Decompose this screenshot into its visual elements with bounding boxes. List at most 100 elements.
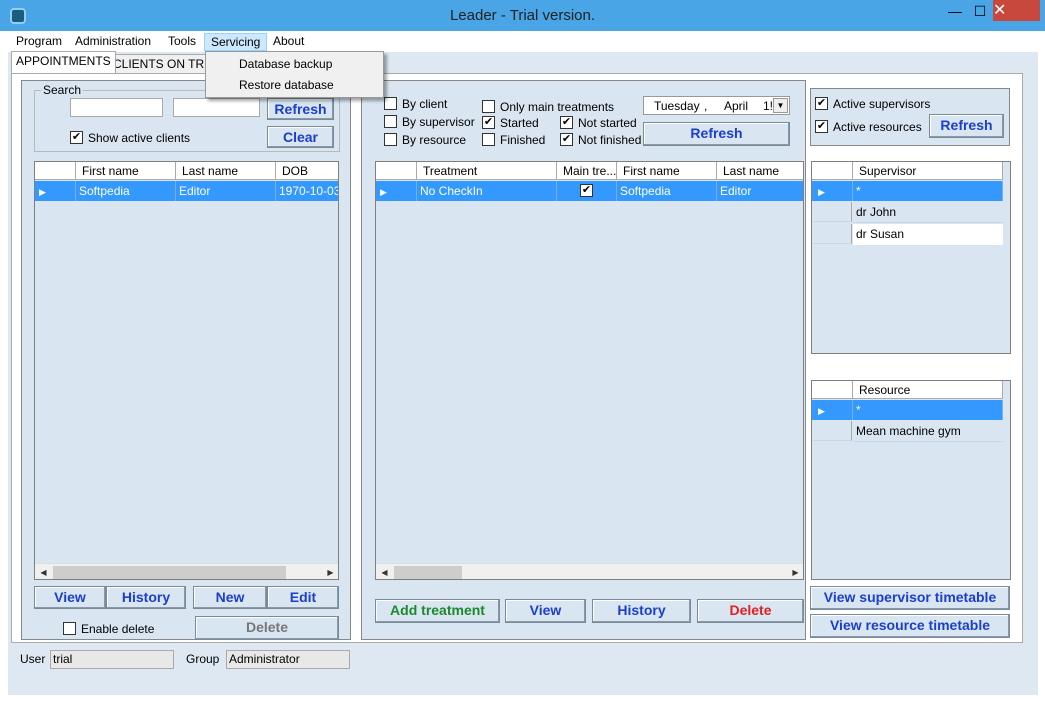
finished-label: Finished [500, 133, 546, 147]
treatment-delete-button[interactable]: Delete [697, 599, 804, 623]
scrollbar-thumb[interactable] [53, 566, 286, 579]
show-active-clients-checkbox[interactable]: ✔ [70, 131, 83, 144]
active-supervisors-checkbox[interactable]: ✔ [815, 97, 828, 110]
grid-corner [812, 162, 853, 180]
started-checkbox[interactable]: ✔ [482, 116, 495, 129]
only-main-treatments-label: Only main treatments [500, 100, 615, 114]
treatments-refresh-button[interactable]: Refresh [643, 122, 790, 146]
servicing-dropdown: Database backup Restore database [205, 51, 384, 98]
not-started-checkbox[interactable]: ✔ [560, 116, 573, 129]
only-main-treatments-checkbox[interactable] [482, 100, 495, 113]
add-treatment-button[interactable]: Add treatment [375, 599, 500, 623]
scroll-right-icon[interactable]: ▶ [787, 564, 803, 579]
client-edit-button[interactable]: Edit [267, 586, 339, 609]
menu-database-backup[interactable]: Database backup [207, 54, 382, 75]
scroll-right-icon[interactable]: ▶ [322, 564, 338, 579]
client-view-button[interactable]: View [34, 586, 106, 609]
table-row[interactable]: dr Susan [812, 224, 1003, 245]
main-treatment-checkbox[interactable]: ✔ [580, 184, 593, 197]
not-finished-checkbox[interactable]: ✔ [560, 133, 573, 146]
view-resource-timetable-button[interactable]: View resource timetable [810, 614, 1010, 638]
window-title: Leader - Trial version. [449, 7, 596, 24]
search-clear-button[interactable]: Clear [267, 126, 334, 148]
by-resource-checkbox[interactable] [384, 133, 397, 146]
menu-servicing[interactable]: Servicing [204, 33, 268, 51]
menu-restore-database[interactable]: Restore database [207, 75, 382, 96]
grid-corner [812, 381, 853, 399]
maximize-button[interactable]: ☐ [966, 0, 994, 22]
search-refresh-button[interactable]: Refresh [267, 98, 334, 120]
table-row[interactable]: Mean machine gym [812, 421, 1003, 442]
tab-clients-on-treatment[interactable]: CLIENTS ON TREATMENT [108, 54, 208, 74]
supervisor-grid[interactable]: Supervisor ▶ * dr John dr Susan [811, 161, 1011, 354]
title-bar: Leader - Trial version. — ☐ ✕ [0, 0, 1045, 31]
enable-delete-label: Enable delete [81, 622, 155, 636]
row-selector-arrow-icon: ▶ [376, 181, 417, 201]
treatments-grid-scrollbar[interactable]: ◀ ▶ [376, 563, 803, 579]
menu-bar: Program Administration Tools Servicing A… [8, 31, 1038, 52]
active-resources-label: Active resources [833, 120, 922, 134]
client-delete-button[interactable]: Delete [195, 616, 339, 640]
resource-grid-header: Resource [812, 381, 1003, 399]
close-button[interactable]: ✕ [993, 0, 1040, 21]
by-client-checkbox[interactable] [384, 97, 397, 110]
menu-about[interactable]: About [267, 33, 310, 51]
column-header[interactable]: First name [76, 162, 176, 180]
treatments-grid[interactable]: Treatment Main tre... First name Last na… [375, 161, 804, 580]
cell-first-name: Softpedia [617, 181, 717, 201]
column-header[interactable]: Treatment [417, 162, 557, 180]
active-refresh-button[interactable]: Refresh [929, 114, 1004, 138]
not-started-label: Not started [578, 116, 637, 130]
status-bar: User trial Group Administrator [8, 645, 1038, 672]
search-input-first[interactable] [70, 98, 163, 117]
treatment-view-button[interactable]: View [505, 599, 586, 623]
grid-corner [376, 162, 417, 180]
group-label: Group [186, 652, 220, 666]
active-resources-checkbox[interactable]: ✔ [815, 120, 828, 133]
menu-program[interactable]: Program [10, 33, 68, 51]
column-header[interactable]: DOB [276, 162, 338, 180]
column-header[interactable]: Last name [176, 162, 276, 180]
column-header[interactable]: Supervisor [853, 162, 1003, 180]
row-selector-arrow-icon: ▶ [812, 181, 853, 201]
client-new-button[interactable]: New [193, 586, 267, 609]
column-header[interactable]: Main tre... [557, 162, 617, 180]
search-input-last[interactable] [173, 98, 260, 117]
enable-delete-checkbox[interactable] [63, 622, 76, 635]
table-row[interactable]: ▶ * [812, 400, 1003, 420]
scroll-left-icon[interactable]: ◀ [35, 564, 52, 579]
date-day: 1! [763, 99, 773, 113]
scrollbar-thumb[interactable] [394, 566, 462, 579]
date-picker[interactable]: Tuesday , April 1! ▼ [643, 96, 790, 115]
clients-grid-header: First name Last name DOB [35, 162, 338, 180]
clients-grid-scrollbar[interactable]: ◀ ▶ [35, 563, 338, 579]
by-client-label: By client [402, 97, 448, 111]
cell-resource: Mean machine gym [853, 421, 1003, 442]
resource-grid[interactable]: Resource ▶ * Mean machine gym [811, 380, 1011, 580]
cell-main-treatment: ✔ [557, 181, 617, 201]
clients-grid[interactable]: First name Last name DOB ▶ Softpedia Edi… [34, 161, 339, 580]
client-history-button[interactable]: History [106, 586, 186, 609]
table-row[interactable]: ▶ No CheckIn ✔ Softpedia Editor [376, 181, 803, 201]
table-row[interactable]: dr John [812, 202, 1003, 223]
view-supervisor-timetable-button[interactable]: View supervisor timetable [810, 586, 1010, 610]
menu-administration[interactable]: Administration [69, 33, 157, 51]
cell-last-name: Editor [717, 181, 803, 201]
dropdown-chevron-down-icon[interactable]: ▼ [773, 98, 788, 113]
cell-supervisor: dr John [853, 202, 1003, 223]
finished-checkbox[interactable] [482, 133, 495, 146]
column-header[interactable]: Last name [717, 162, 803, 180]
scroll-left-icon[interactable]: ◀ [376, 564, 393, 579]
column-header[interactable]: First name [617, 162, 717, 180]
table-row[interactable]: ▶ * [812, 181, 1003, 201]
column-header[interactable]: Resource [853, 381, 1003, 399]
by-supervisor-checkbox[interactable] [384, 115, 397, 128]
treatment-history-button[interactable]: History [592, 599, 691, 623]
tab-appointments[interactable]: APPOINTMENTS [11, 51, 116, 73]
grid-corner [35, 162, 76, 180]
menu-tools[interactable]: Tools [162, 33, 202, 51]
minimize-button[interactable]: — [941, 0, 969, 22]
not-finished-label: Not finished [578, 133, 642, 147]
cell-treatment: No CheckIn [417, 181, 557, 201]
table-row[interactable]: ▶ Softpedia Editor 1970-10-03 [35, 181, 338, 201]
